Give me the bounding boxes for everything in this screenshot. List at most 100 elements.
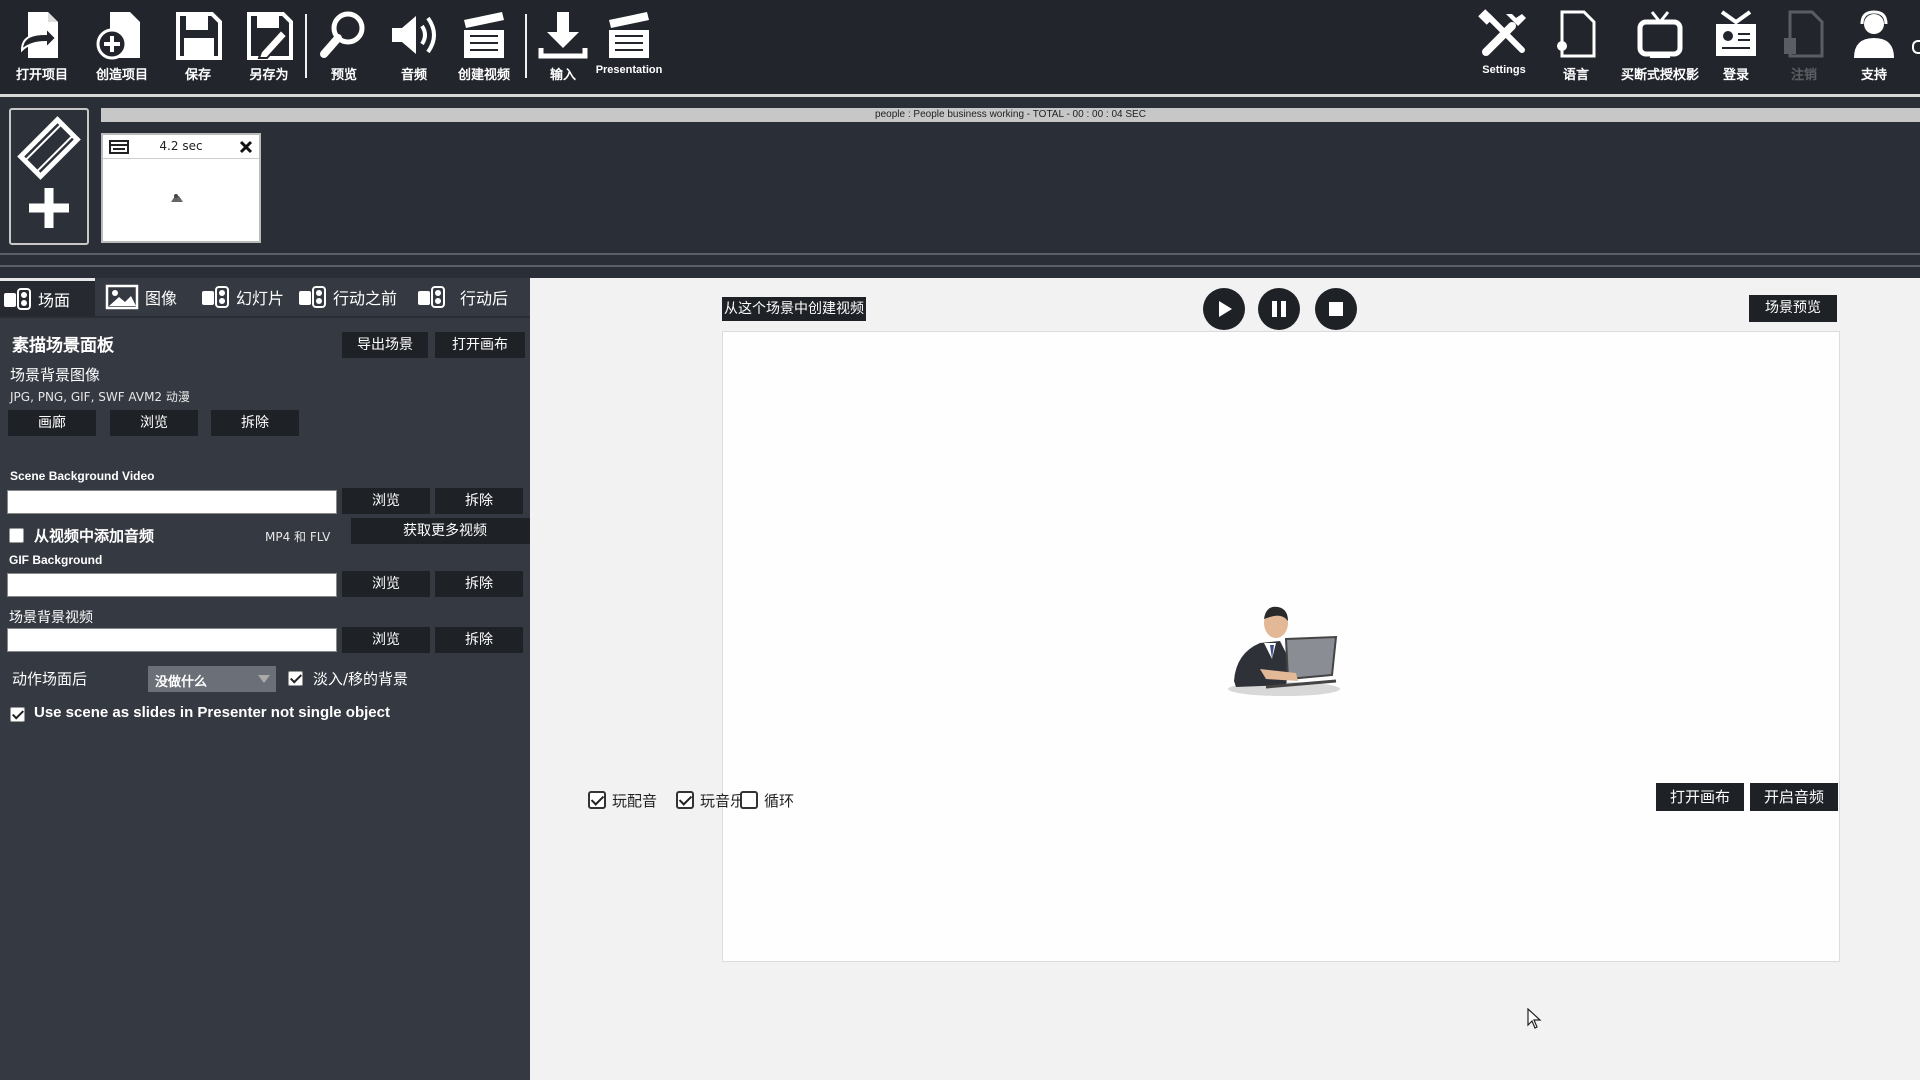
new-file-icon <box>96 12 140 60</box>
floppy-disk-icon <box>176 12 222 60</box>
add-audio-from-video-checkbox[interactable] <box>9 528 24 543</box>
clapperboard-icon <box>464 12 504 58</box>
panel-tabs: 场面 图像 幻灯片 行动之前 行动后 <box>0 278 530 316</box>
after-action-select[interactable]: 没做什么 <box>148 666 276 692</box>
tv-icon <box>1637 11 1683 58</box>
logout-button[interactable]: 注销 <box>1776 8 1832 84</box>
language-button[interactable]: 语言 <box>1548 8 1604 84</box>
bg-video2-browse-button[interactable]: 浏览 <box>342 627 430 653</box>
gif-bg-browse-button[interactable]: 浏览 <box>342 571 430 597</box>
id-card-icon <box>1716 10 1756 56</box>
presentation-button[interactable]: Presentation <box>596 8 662 84</box>
create-video-from-scene-button[interactable]: 从这个场景中创建视频 <box>722 297 866 321</box>
bg-image-label: 场景背景图像 <box>10 366 101 384</box>
scene-thumbnail-image <box>171 194 183 202</box>
gif-bg-input[interactable] <box>7 573 337 597</box>
toolbar-separator <box>305 14 307 78</box>
image-icon <box>105 284 139 310</box>
scene-preview-area: 从这个场景中创建视频 场景预览 玩配音 玩音乐 循环 打开画布 开启音频 <box>530 278 1920 1080</box>
timeline-divider <box>0 265 1920 267</box>
save-as-icon <box>247 12 293 60</box>
play-icon <box>1219 301 1232 317</box>
chevron-down-icon <box>258 675 270 683</box>
tab-scene[interactable]: 场面 <box>0 278 95 316</box>
bg-video2-remove-button[interactable]: 拆除 <box>435 627 523 653</box>
create-project-button[interactable]: 创造项目 <box>90 8 154 84</box>
export-scene-button[interactable]: 导出场景 <box>342 332 428 358</box>
buy-license-button[interactable]: 买断式授权影 <box>1614 8 1706 84</box>
play-voice-checkbox[interactable] <box>588 791 606 809</box>
toolbar-separator <box>525 14 527 78</box>
scene-timeline: people : People business working - TOTAL… <box>0 97 1920 254</box>
camera-icon <box>4 287 31 310</box>
bg-image-browse-button[interactable]: 浏览 <box>110 410 198 436</box>
tab-slides[interactable]: 幻灯片 <box>200 278 292 316</box>
timeline-divider <box>0 253 1920 255</box>
tools-icon <box>1478 9 1526 56</box>
language-document-icon <box>1557 10 1596 58</box>
tabs-divider <box>0 316 530 318</box>
bg-image-remove-button[interactable]: 拆除 <box>211 410 299 436</box>
logout-document-icon <box>1784 10 1824 58</box>
fade-bg-label: 淡入/移的背景 <box>313 670 409 688</box>
bg-video2-label: 场景背景视频 <box>9 610 93 626</box>
camera-icon <box>418 286 445 308</box>
audio-button[interactable]: 音频 <box>386 8 442 84</box>
scene-canvas[interactable] <box>722 331 1840 962</box>
settings-button[interactable]: Settings <box>1474 8 1534 84</box>
bg-video-browse-button[interactable]: 浏览 <box>342 488 430 514</box>
stop-button[interactable] <box>1315 288 1357 330</box>
import-button[interactable]: 输入 <box>535 8 591 84</box>
tab-image[interactable]: 图像 <box>105 278 190 316</box>
support-button[interactable]: 支持 <box>1846 8 1902 84</box>
get-more-videos-button[interactable]: 获取更多视频 <box>351 518 539 544</box>
open-canvas-button[interactable]: 打开画布 <box>435 332 525 358</box>
camera-icon <box>299 286 326 308</box>
login-button[interactable]: 登录 <box>1708 8 1764 84</box>
loop-checkbox[interactable] <box>740 791 758 809</box>
timeline-total-text: people : People business working - TOTAL… <box>875 109 1146 120</box>
preview-button[interactable]: 预览 <box>316 8 372 84</box>
loop-label: 循环 <box>764 792 795 810</box>
scene-preview-button[interactable]: 场景预览 <box>1749 295 1837 322</box>
use-scene-slides-checkbox[interactable] <box>10 707 25 722</box>
after-action-value: 没做什么 <box>155 675 208 690</box>
close-icon[interactable] <box>239 140 253 154</box>
camera-icon <box>202 286 229 308</box>
save-button[interactable]: 保存 <box>170 8 226 84</box>
fade-bg-checkbox[interactable] <box>288 671 303 686</box>
stop-icon <box>1329 302 1343 316</box>
presentation-clapper-icon <box>609 12 649 58</box>
play-music-checkbox[interactable] <box>676 791 694 809</box>
panel-title: 素描场景面板 <box>12 336 114 356</box>
add-scene-button[interactable] <box>9 108 89 245</box>
bg-video-remove-button[interactable]: 拆除 <box>435 488 523 514</box>
open-canvas-bottom-button[interactable]: 打开画布 <box>1656 783 1744 811</box>
after-action-label: 动作场面后 <box>12 670 88 688</box>
enable-audio-button[interactable]: 开启音频 <box>1750 783 1838 811</box>
support-agent-icon <box>1854 10 1894 58</box>
create-video-button[interactable]: 创建视频 <box>452 8 516 84</box>
play-music-label: 玩音乐 <box>700 792 746 810</box>
play-voice-label: 玩配音 <box>612 792 658 810</box>
scene-duration: 4.2 sec <box>159 139 203 153</box>
gif-bg-remove-button[interactable]: 拆除 <box>435 571 523 597</box>
add-audio-from-video-label: 从视频中添加音频 <box>34 527 155 545</box>
pause-icon <box>1272 301 1286 317</box>
scene-thumbnail-card[interactable]: 4.2 sec <box>101 133 261 243</box>
main-toolbar: 打开项目 创造项目 保存 另存为 预览 音频 创建视频 输入 Presentat… <box>0 0 1920 94</box>
magnifier-icon <box>320 11 365 58</box>
bg-video-input[interactable] <box>7 490 337 514</box>
play-button[interactable] <box>1203 288 1245 330</box>
bg-video2-input[interactable] <box>7 628 337 652</box>
tab-before-action[interactable]: 行动之前 <box>297 278 409 316</box>
open-project-button[interactable]: 打开项目 <box>10 8 74 84</box>
speaker-icon <box>392 16 436 54</box>
gallery-button[interactable]: 画廊 <box>8 410 96 436</box>
download-icon <box>538 12 588 59</box>
tab-after-action[interactable]: 行动后 <box>416 278 526 316</box>
pause-button[interactable] <box>1258 288 1300 330</box>
save-as-button[interactable]: 另存为 <box>240 8 298 84</box>
gif-bg-label: GIF Background <box>9 553 103 567</box>
mouse-cursor-icon <box>1527 1008 1542 1029</box>
